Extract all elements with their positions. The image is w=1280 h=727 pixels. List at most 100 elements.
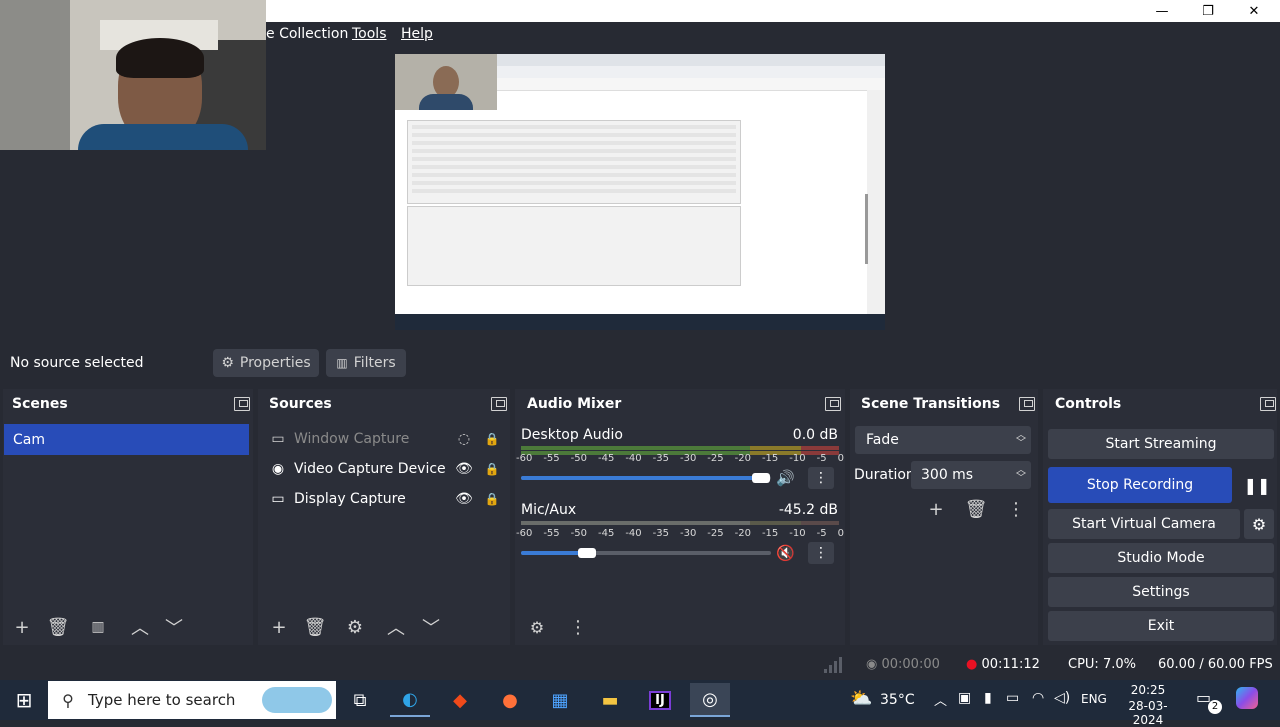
- undock-icon[interactable]: [825, 397, 841, 411]
- battery-icon[interactable]: ▭: [1006, 690, 1019, 706]
- webcam-shirt: [78, 124, 248, 150]
- add-source-button[interactable]: +: [265, 613, 293, 641]
- lock-icon[interactable]: 🔒: [478, 432, 506, 446]
- undock-icon[interactable]: [1019, 397, 1035, 411]
- obs-icon[interactable]: ◎: [690, 683, 730, 717]
- sources-header: Sources: [269, 389, 507, 419]
- close-button[interactable]: ✕: [1231, 0, 1277, 22]
- scene-filters-button[interactable]: ▥: [84, 613, 112, 641]
- microphone-icon[interactable]: ▮: [984, 690, 992, 706]
- desktop-audio-slider-handle[interactable]: [752, 473, 770, 483]
- scenes-header: Scenes: [12, 389, 250, 419]
- file-explorer-icon[interactable]: ▬: [590, 683, 630, 717]
- source-toolbar: [0, 340, 1280, 384]
- meet-now-icon[interactable]: ▣: [958, 690, 971, 706]
- add-transition-button[interactable]: +: [922, 495, 950, 523]
- window-icon: ▭: [271, 431, 285, 447]
- undock-icon[interactable]: [491, 397, 507, 411]
- windows-start-icon[interactable]: ⊞: [4, 683, 44, 717]
- show-hidden-icons-icon[interactable]: ︿: [934, 690, 947, 709]
- task-view-icon[interactable]: ⧉: [340, 683, 380, 717]
- source-properties-button[interactable]: ⚙: [341, 613, 369, 641]
- wifi-icon[interactable]: ◠: [1032, 690, 1044, 706]
- captured-scrollbar: [865, 194, 868, 264]
- volume-icon[interactable]: ◁): [1054, 690, 1070, 706]
- source-move-down-button[interactable]: ﹀: [417, 613, 445, 641]
- language-indicator[interactable]: ENG: [1081, 692, 1107, 706]
- desktop-audio-slider-fill: [521, 476, 756, 480]
- menu-help[interactable]: Help: [401, 26, 433, 42]
- camera-icon: ◉: [271, 461, 285, 477]
- trash-icon: 🗑: [964, 498, 988, 520]
- studio-mode-button[interactable]: Studio Mode: [1048, 543, 1274, 573]
- transition-select[interactable]: Fade ︿ ﹀: [855, 426, 1031, 454]
- mixer-menu-button[interactable]: ⋮: [564, 613, 592, 641]
- source-move-up-button[interactable]: ︿: [382, 613, 410, 641]
- add-scene-button[interactable]: +: [8, 613, 36, 641]
- brave-icon[interactable]: ◆: [440, 683, 480, 717]
- eye-icon[interactable]: 👁: [450, 461, 478, 477]
- menu-scene-collection[interactable]: e Collection: [266, 26, 348, 42]
- cpu-usage: CPU: 7.0%: [1068, 657, 1136, 672]
- preview-canvas[interactable]: [395, 54, 885, 330]
- start-virtual-camera-button[interactable]: Start Virtual Camera: [1048, 509, 1240, 539]
- temperature[interactable]: 35°C: [880, 692, 915, 708]
- copilot-icon[interactable]: [1236, 687, 1258, 709]
- gears-icon: ⚙: [529, 617, 545, 637]
- edge-icon[interactable]: ◐: [390, 683, 430, 717]
- kebab-icon: ⋮: [1007, 498, 1025, 520]
- minimize-button[interactable]: —: [1139, 0, 1185, 22]
- clock[interactable]: 20:25 28-03-2024: [1118, 683, 1178, 727]
- desktop-audio-name: Desktop Audio: [521, 427, 623, 443]
- remove-source-button[interactable]: 🗑: [301, 613, 329, 641]
- properties-button[interactable]: ⚙ Properties: [213, 349, 319, 377]
- mic-aux-menu-icon[interactable]: ⋮: [808, 542, 834, 564]
- advanced-audio-button[interactable]: ⚙: [523, 613, 551, 641]
- pause-recording-button[interactable]: ❚❚: [1240, 467, 1274, 503]
- chevron-down-icon: ﹀: [165, 618, 183, 639]
- desktop-audio-menu-icon[interactable]: ⋮: [808, 467, 834, 489]
- source-item-video-capture[interactable]: ◉ Video Capture Device 👁 🔒: [262, 455, 506, 483]
- source-item-display-capture[interactable]: ▭ Display Capture 👁 🔒: [262, 485, 506, 513]
- lock-icon[interactable]: 🔒: [478, 492, 506, 506]
- maximize-button[interactable]: ❐: [1185, 0, 1231, 22]
- move-up-button[interactable]: ︿: [126, 613, 154, 641]
- search-highlight-image: [262, 687, 332, 713]
- search-icon: ⚲: [62, 690, 74, 710]
- source-item-window-capture[interactable]: ▭ Window Capture ◌ 🔒: [262, 425, 506, 453]
- weather-icon[interactable]: ⛅: [850, 688, 872, 709]
- mic-aux-slider-track[interactable]: [521, 551, 771, 555]
- lock-icon[interactable]: 🔒: [478, 462, 506, 476]
- store-icon[interactable]: ▦: [540, 683, 580, 717]
- start-streaming-button[interactable]: Start Streaming: [1048, 429, 1274, 459]
- source-status: No source selected: [10, 355, 144, 371]
- intellij-icon[interactable]: IJ: [640, 683, 680, 717]
- firefox-icon[interactable]: ●: [490, 683, 530, 717]
- undock-icon[interactable]: [1260, 397, 1276, 411]
- remove-scene-button[interactable]: 🗑: [44, 613, 72, 641]
- virtual-camera-settings-button[interactable]: ⚙: [1244, 509, 1274, 539]
- scene-item[interactable]: Cam: [4, 424, 249, 455]
- gear-icon: ⚙: [1251, 514, 1267, 534]
- muted-speaker-icon[interactable]: 🔇: [776, 544, 795, 562]
- stop-recording-button[interactable]: Stop Recording: [1048, 467, 1232, 503]
- eye-hidden-icon[interactable]: ◌: [450, 431, 478, 447]
- duration-spinbox[interactable]: 300 ms ︿ ﹀: [911, 461, 1031, 489]
- transition-menu-button[interactable]: ⋮: [1002, 495, 1030, 523]
- settings-button[interactable]: Settings: [1048, 577, 1274, 607]
- webcam-overlay: [0, 0, 266, 150]
- select-arrows-icon: ︿ ﹀: [1016, 430, 1026, 449]
- menu-tools[interactable]: Tools: [352, 26, 387, 42]
- move-down-button[interactable]: ﹀: [160, 613, 188, 641]
- undock-icon[interactable]: [234, 397, 250, 411]
- mic-aux-slider-handle[interactable]: [578, 548, 596, 558]
- captured-taskbar: [395, 314, 885, 330]
- eye-icon[interactable]: 👁: [450, 491, 478, 507]
- spin-arrows-icon[interactable]: ︿ ﹀: [1011, 466, 1031, 484]
- remove-transition-button[interactable]: 🗑: [962, 495, 990, 523]
- filters-button[interactable]: ▥ Filters: [326, 349, 406, 377]
- speaker-icon[interactable]: 🔊: [776, 469, 795, 487]
- desktop-audio-slider-track[interactable]: [521, 476, 771, 480]
- taskbar-search-box[interactable]: ⚲ Type here to search: [48, 681, 336, 719]
- exit-button[interactable]: Exit: [1048, 611, 1274, 641]
